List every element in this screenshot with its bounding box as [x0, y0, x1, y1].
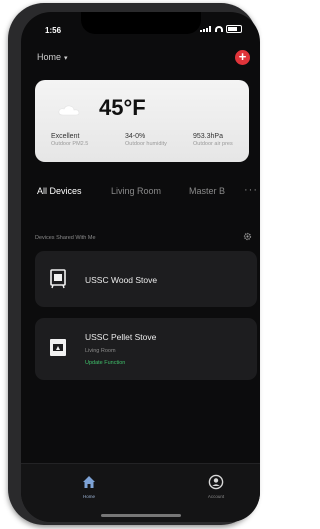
room-tabs: All Devices Living Room Master B ···	[37, 184, 260, 202]
status-time: 1:56	[45, 26, 62, 35]
battery-icon	[226, 25, 242, 33]
device-card-wood-stove[interactable]: USSC Wood Stove	[35, 251, 257, 307]
home-icon	[83, 476, 95, 488]
stat-value: 34-0%	[125, 133, 146, 140]
cloud-icon	[58, 105, 80, 116]
tab-all-devices[interactable]: All Devices	[37, 186, 82, 196]
home-selector[interactable]: Home ▾	[37, 52, 68, 62]
nav-home[interactable]: Home	[69, 474, 109, 499]
more-tabs-icon[interactable]: ···	[244, 184, 258, 196]
status-icons	[200, 25, 242, 33]
tab-living-room[interactable]: Living Room	[111, 186, 161, 196]
home-indicator	[100, 514, 181, 517]
stat-label: Outdoor PM2.5	[51, 141, 89, 147]
tab-master-bedroom[interactable]: Master B	[189, 186, 225, 196]
stat-label: Outdoor air pres	[193, 141, 233, 147]
nav-home-label: Home	[82, 494, 95, 499]
nav-account-label: Account	[207, 494, 225, 499]
device-room: Living Room	[85, 348, 116, 354]
weather-card[interactable]: 45°F Excellent Outdoor PM2.5 34-0% Outdo…	[35, 80, 249, 162]
wood-stove-icon	[50, 269, 66, 289]
add-device-button[interactable]: +	[235, 50, 250, 65]
phone-frame: 1:56 Home ▾ + 45°F Excellent Outdoor PM2.…	[8, 3, 260, 525]
account-icon	[208, 474, 224, 490]
device-card-pellet-stove[interactable]: USSC Pellet Stove Living Room Update Fun…	[35, 318, 257, 380]
shared-devices-title: Devices Shared With Me	[35, 235, 96, 241]
status-bar: 1:56	[21, 12, 260, 40]
gear-icon[interactable]	[243, 232, 252, 241]
bottom-navigation: Home Account	[21, 463, 260, 522]
temperature-value: 45°F	[99, 95, 146, 120]
device-name: USSC Wood Stove	[85, 275, 158, 285]
wifi-icon	[215, 26, 223, 32]
nav-account[interactable]: Account	[196, 474, 236, 499]
stat-value: Excellent	[51, 133, 80, 140]
stat-air-quality: Excellent Outdoor PM2.5	[51, 133, 88, 147]
stat-label: Outdoor humidity	[125, 141, 167, 147]
app-screen: 1:56 Home ▾ + 45°F Excellent Outdoor PM2.…	[21, 12, 260, 522]
signal-icon	[200, 26, 212, 32]
pellet-stove-icon	[50, 339, 66, 356]
stat-pressure: 953.3hPa Outdoor air pres	[193, 133, 233, 147]
stat-humidity: 34-0% Outdoor humidity	[125, 133, 167, 147]
stat-value: 953.3hPa	[193, 133, 223, 140]
update-function-link[interactable]: Update Function	[85, 360, 125, 366]
device-name: USSC Pellet Stove	[85, 332, 157, 342]
home-label: Home	[37, 52, 62, 62]
chevron-down-icon: ▾	[64, 55, 68, 62]
